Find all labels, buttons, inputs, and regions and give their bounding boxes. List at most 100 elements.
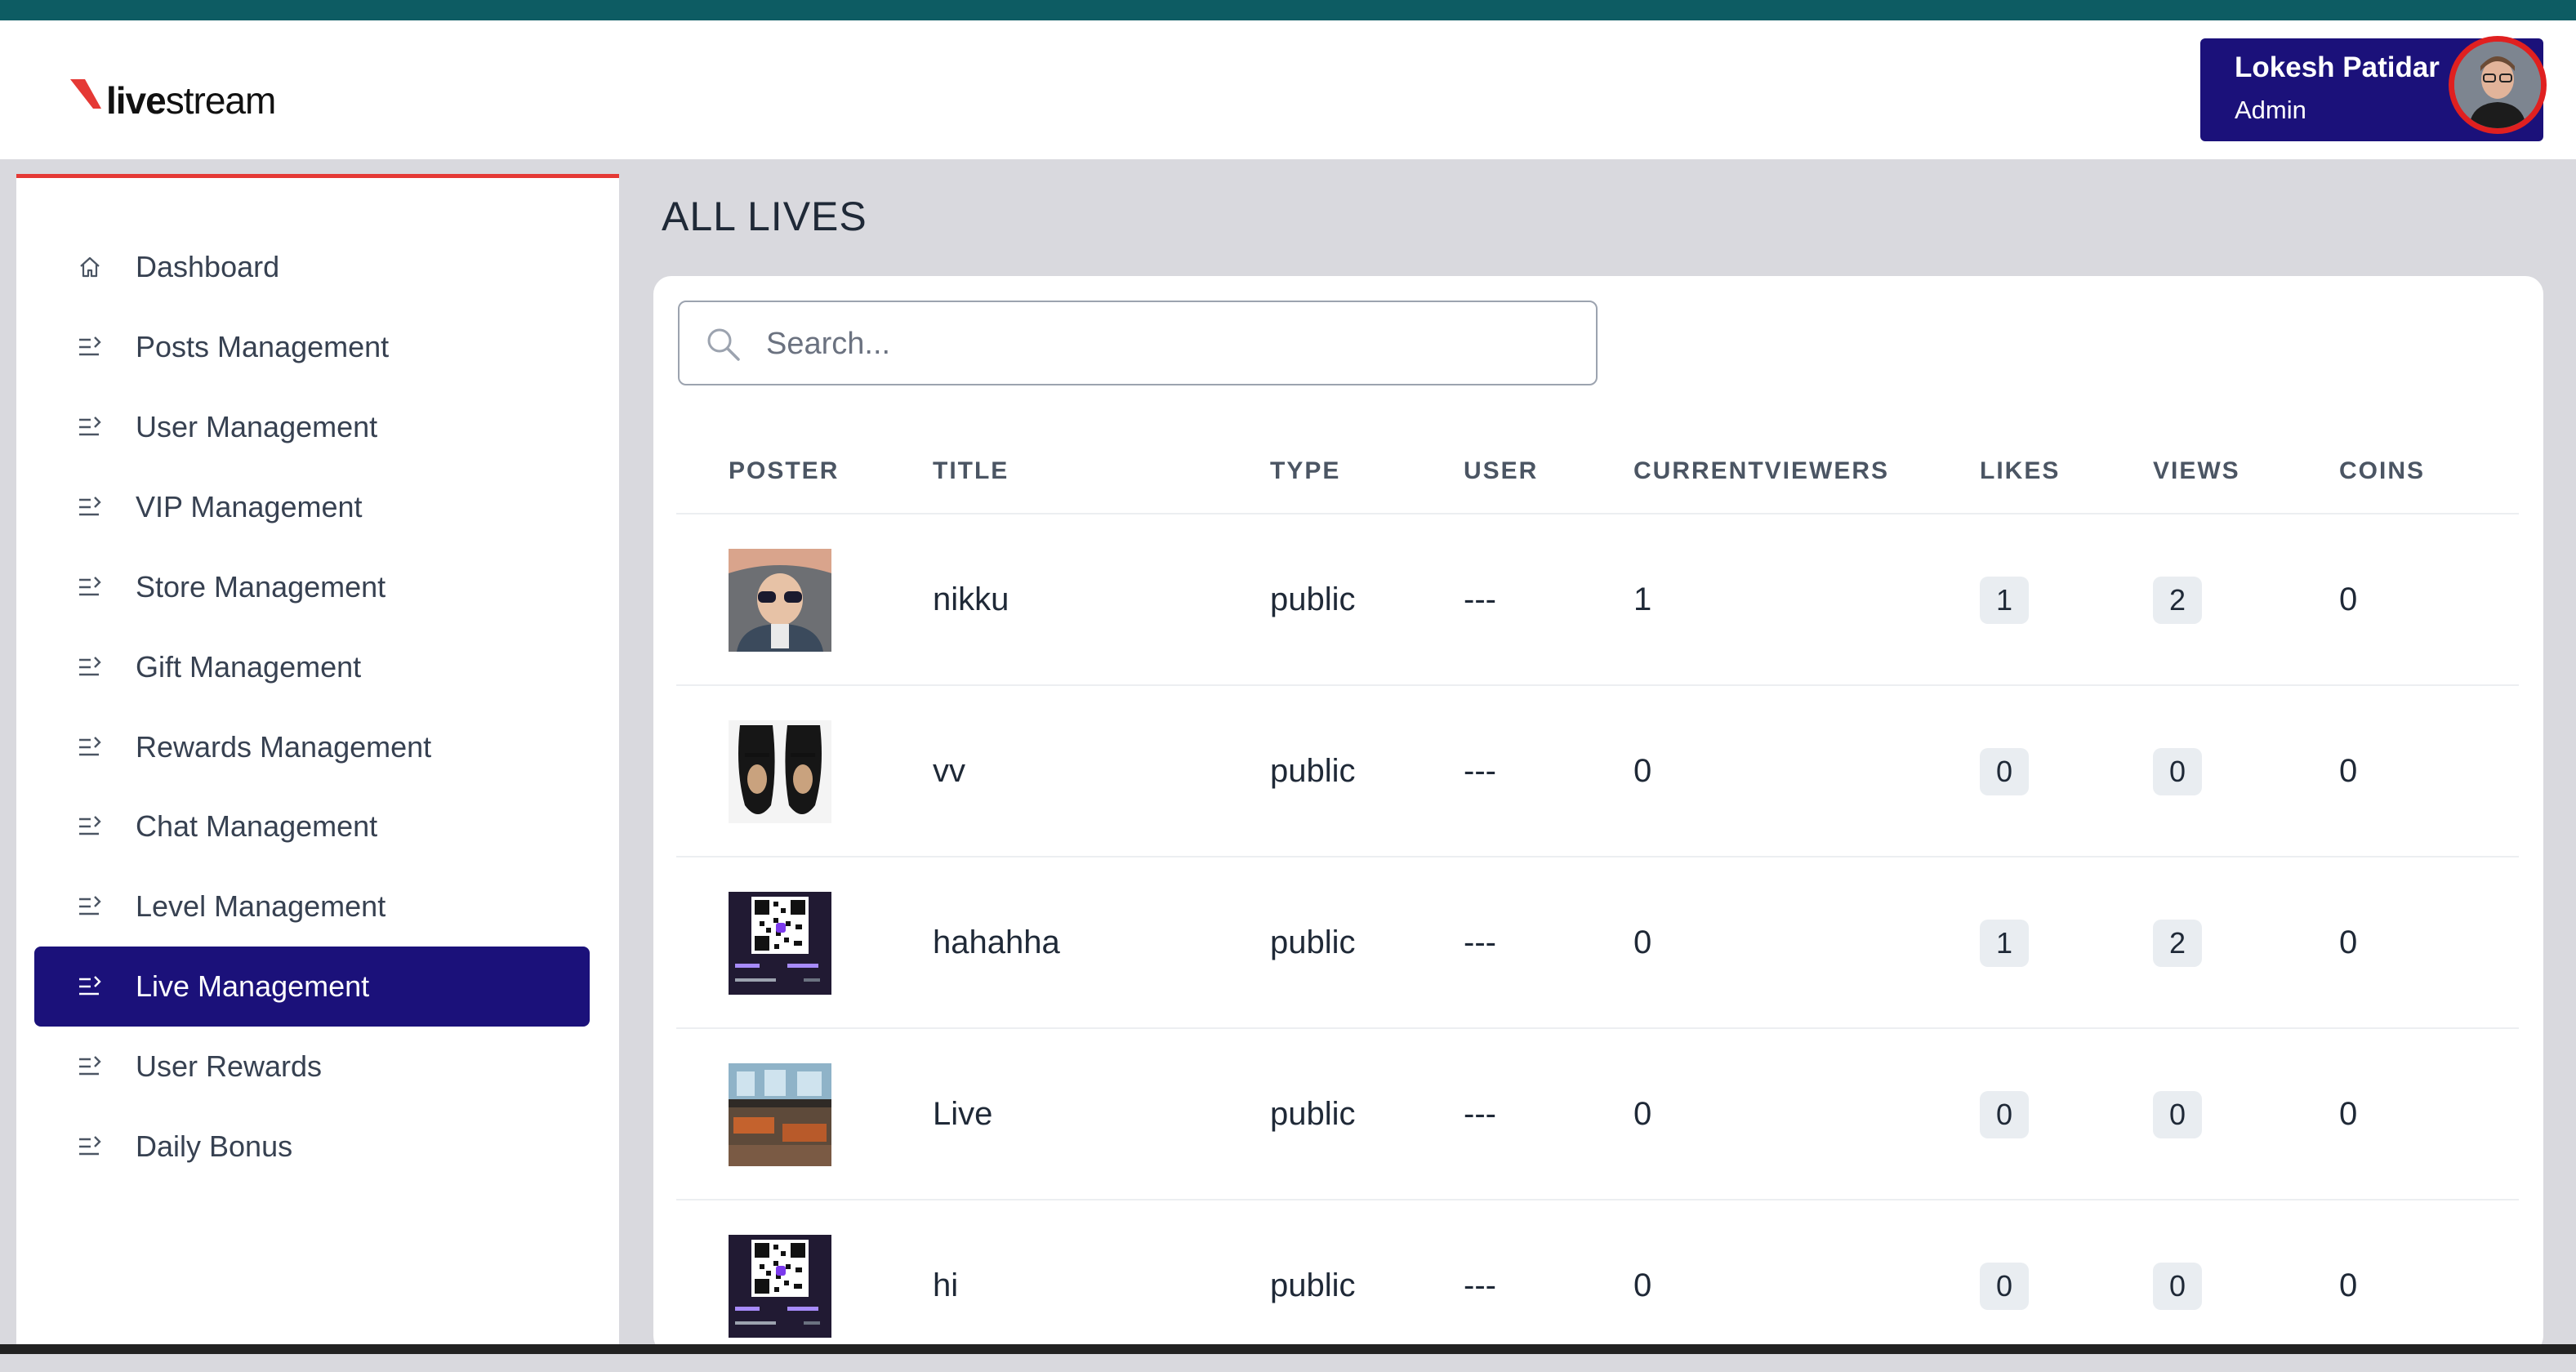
poster-thumbnail[interactable] xyxy=(729,892,831,995)
cell-type: public xyxy=(1270,1267,1356,1303)
sidebar-item-label: User Rewards xyxy=(136,1049,323,1083)
sidebar-item-level-management[interactable]: Level Management xyxy=(34,866,590,947)
poster-thumbnail[interactable] xyxy=(729,720,831,823)
column-header-type[interactable]: TYPE xyxy=(1270,457,1340,485)
sidebar-item-chat-management[interactable]: Chat Management xyxy=(34,786,590,866)
list-arrow-icon xyxy=(79,737,101,756)
views-badge: 0 xyxy=(2153,1091,2202,1138)
sidebar-item-vip-management[interactable]: VIP Management xyxy=(34,467,590,547)
search-icon xyxy=(707,328,740,361)
sidebar-item-dashboard[interactable]: Dashboard xyxy=(34,227,590,307)
cell-coins: 0 xyxy=(2339,924,2358,960)
cell-user: --- xyxy=(1464,581,1496,617)
list-arrow-icon xyxy=(79,416,101,436)
avatar-image xyxy=(2454,42,2541,128)
sidebar-item-label: Rewards Management xyxy=(136,730,432,764)
sidebar-item-live-management[interactable]: Live Management xyxy=(34,947,590,1027)
cell-type: public xyxy=(1270,581,1356,617)
sidebar-item-label: Daily Bonus xyxy=(136,1129,293,1163)
sidebar-item-label: Chat Management xyxy=(136,809,378,843)
sidebar-item-label: Gift Management xyxy=(136,650,362,684)
column-header-poster[interactable]: POSTER xyxy=(729,457,839,485)
sidebar-item-label: Posts Management xyxy=(136,330,390,363)
cell-coins: 0 xyxy=(2339,753,2358,789)
logo-text: livestream xyxy=(106,79,276,122)
sidebar-item-rewards-management[interactable]: Rewards Management xyxy=(34,707,590,787)
sidebar-item-daily-bonus[interactable]: Daily Bonus xyxy=(34,1107,590,1187)
cell-coins: 0 xyxy=(2339,1267,2358,1303)
sidebar-item-label: User Management xyxy=(136,410,378,443)
poster-thumbnail[interactable] xyxy=(729,549,831,652)
likes-badge: 1 xyxy=(1980,577,2029,624)
list-arrow-icon xyxy=(79,577,101,596)
sidebar-item-user-rewards[interactable]: User Rewards xyxy=(34,1027,590,1107)
user-role: Admin xyxy=(2235,96,2306,124)
sidebar-item-store-management[interactable]: Store Management xyxy=(34,547,590,627)
page-title: ALL LIVES xyxy=(662,194,867,239)
cell-current-viewers: 0 xyxy=(1633,753,1652,789)
table-row[interactable]: hahahha public --- 0 1 2 0 xyxy=(676,856,2519,1029)
column-header-title[interactable]: TITLE xyxy=(933,457,1009,485)
sidebar-item-gift-management[interactable]: Gift Management xyxy=(34,627,590,707)
sidebar-item-user-management[interactable]: User Management xyxy=(34,387,590,467)
cell-current-viewers: 0 xyxy=(1633,924,1652,960)
table-row[interactable]: Live public --- 0 0 0 0 xyxy=(676,1027,2519,1200)
cell-current-viewers: 0 xyxy=(1633,1267,1652,1303)
list-arrow-icon xyxy=(79,497,101,516)
cell-title: vv xyxy=(933,753,965,789)
likes-badge: 0 xyxy=(1980,1263,2029,1310)
list-arrow-icon xyxy=(79,1136,101,1156)
search-box[interactable] xyxy=(678,301,1598,385)
cell-title: nikku xyxy=(933,581,1009,617)
qr-code-image xyxy=(729,892,831,995)
table-row[interactable]: vv public --- 0 0 0 0 xyxy=(676,684,2519,858)
cell-title: hi xyxy=(933,1267,959,1303)
search-input[interactable] xyxy=(764,318,1568,369)
sidebar-item-label: VIP Management xyxy=(136,490,363,523)
column-header-currentviewers[interactable]: CURRENTVIEWERS xyxy=(1633,457,1889,485)
qr-code-image xyxy=(729,1235,831,1338)
child-with-sunglasses-image xyxy=(729,549,831,652)
bottom-edge-bar xyxy=(0,1344,2576,1354)
cell-title: Live xyxy=(933,1096,993,1132)
restaurant-interior-image xyxy=(729,1063,831,1166)
sidebar-item-label: Dashboard xyxy=(136,250,280,283)
list-arrow-icon xyxy=(79,1056,101,1076)
app-logo[interactable]: livestream xyxy=(69,68,276,133)
column-header-coins[interactable]: COINS xyxy=(2339,457,2425,485)
views-badge: 2 xyxy=(2153,577,2202,624)
likes-badge: 1 xyxy=(1980,920,2029,967)
sidebar-item-label: Level Management xyxy=(136,889,386,923)
table-row[interactable]: nikku public --- 1 1 2 0 xyxy=(676,513,2519,686)
poster-thumbnail[interactable] xyxy=(729,1063,831,1166)
list-arrow-icon xyxy=(79,657,101,676)
views-badge: 2 xyxy=(2153,920,2202,967)
likes-badge: 0 xyxy=(1980,748,2029,795)
cell-user: --- xyxy=(1464,1267,1496,1303)
column-header-likes[interactable]: LIKES xyxy=(1980,457,2060,485)
likes-badge: 0 xyxy=(1980,1091,2029,1138)
cell-user: --- xyxy=(1464,753,1496,789)
logo-mark-icon xyxy=(70,79,101,109)
column-header-user[interactable]: USER xyxy=(1464,457,1538,485)
black-shoes-image xyxy=(729,720,831,823)
sidebar-item-label: Store Management xyxy=(136,570,386,604)
list-arrow-icon xyxy=(79,976,101,996)
sidebar-item-posts-management[interactable]: Posts Management xyxy=(34,307,590,387)
avatar[interactable] xyxy=(2449,36,2547,134)
user-name: Lokesh Patidar xyxy=(2235,51,2440,83)
poster-thumbnail[interactable] xyxy=(729,1235,831,1338)
cell-user: --- xyxy=(1464,924,1496,960)
cell-coins: 0 xyxy=(2339,581,2358,617)
list-arrow-icon xyxy=(79,816,101,835)
home-icon xyxy=(80,256,100,278)
sidebar: Dashboard Posts Management User Manageme… xyxy=(16,174,619,1344)
lives-table-panel: POSTER TITLE TYPE USER CURRENTVIEWERS LI… xyxy=(653,276,2543,1354)
views-badge: 0 xyxy=(2153,1263,2202,1310)
cell-type: public xyxy=(1270,924,1356,960)
cell-coins: 0 xyxy=(2339,1096,2358,1132)
column-header-views[interactable]: VIEWS xyxy=(2153,457,2240,485)
cell-current-viewers: 1 xyxy=(1633,581,1652,617)
cell-user: --- xyxy=(1464,1096,1496,1132)
cell-title: hahahha xyxy=(933,924,1060,960)
